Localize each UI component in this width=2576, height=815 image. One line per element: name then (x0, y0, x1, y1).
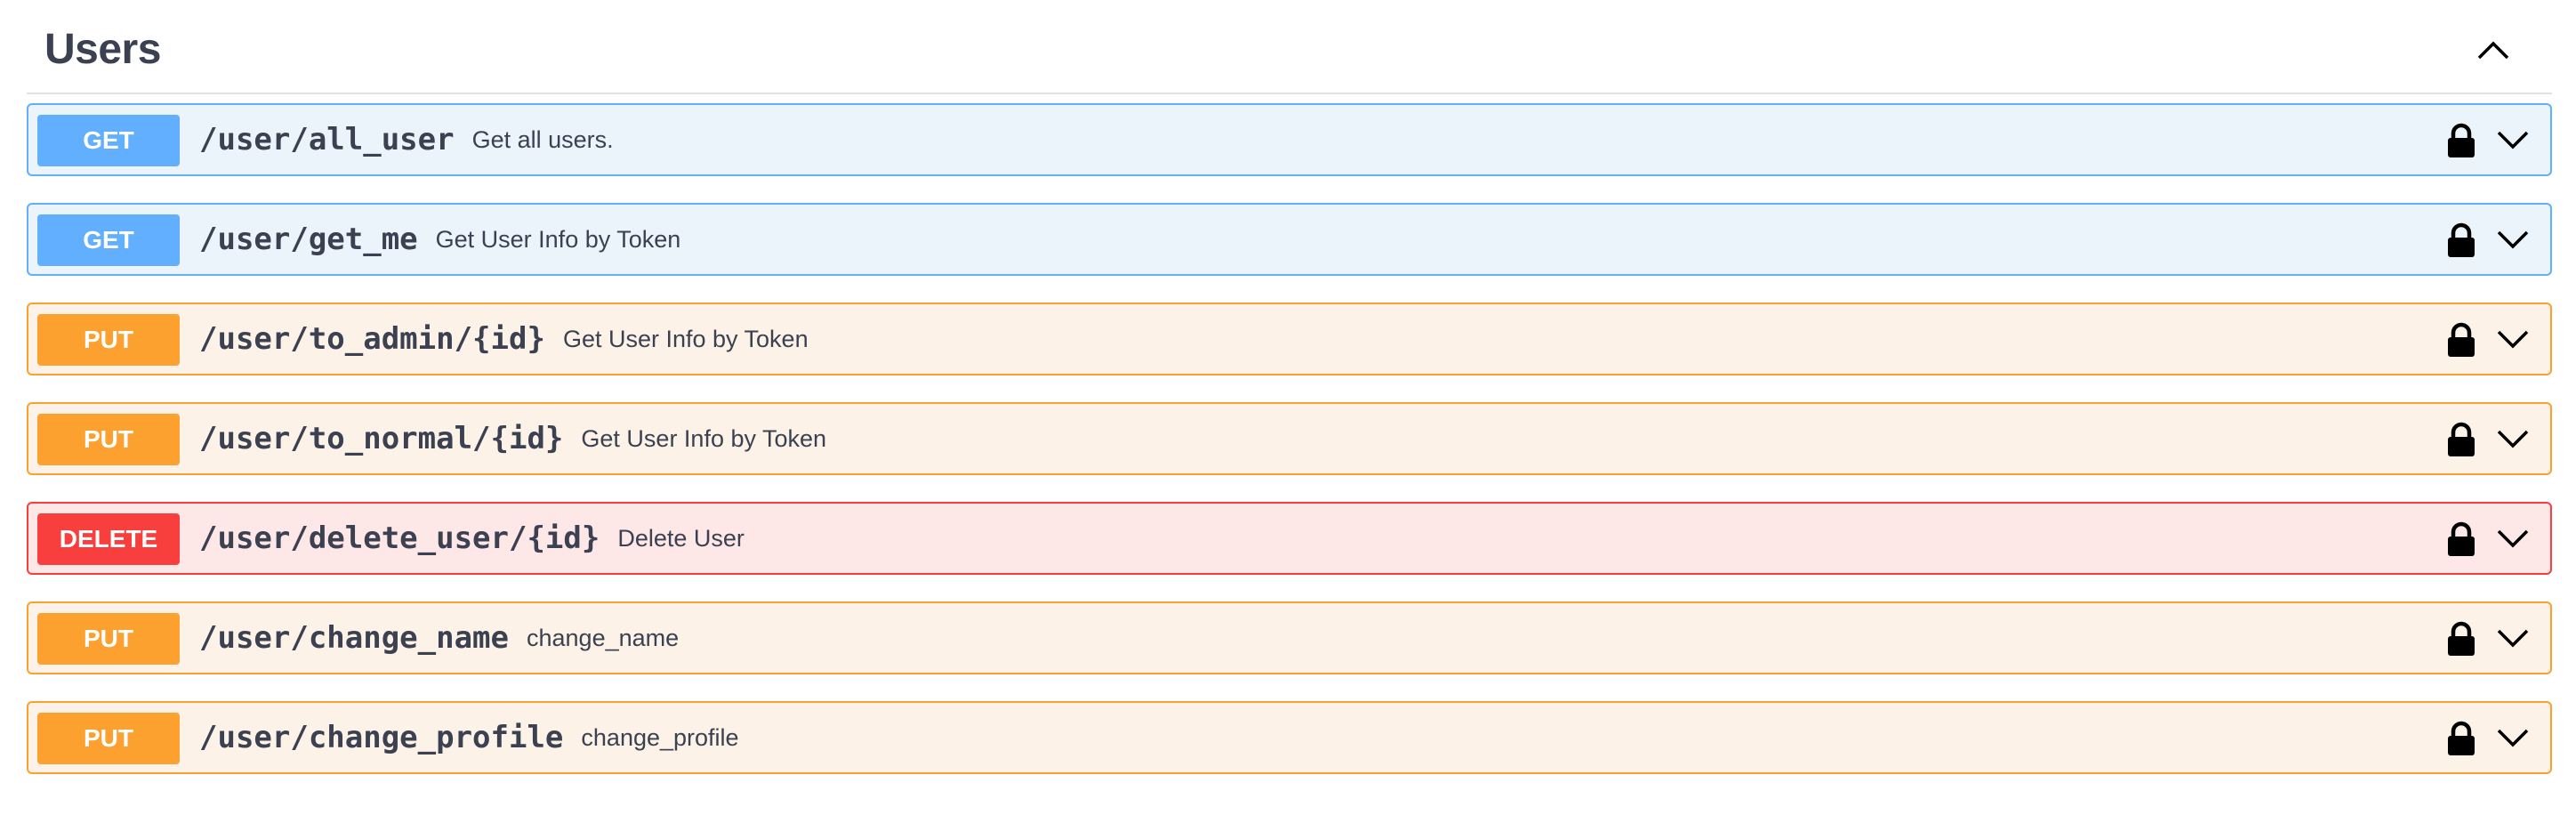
section-title: Users (44, 26, 161, 73)
section-collapse-button[interactable] (2470, 27, 2516, 73)
operation-path[interactable]: /user/all_user (199, 122, 455, 157)
chevron-down-icon[interactable] (2495, 722, 2531, 753)
operation-summary: Get User Info by Token (562, 325, 809, 352)
section-header[interactable]: Users (27, 0, 2552, 94)
lock-icon[interactable] (2445, 222, 2477, 258)
operation-path[interactable]: /user/to_normal/{id} (199, 421, 563, 456)
operation-summary: Delete User (617, 524, 745, 552)
operation-summary: Get all users. (471, 125, 614, 153)
operation-put-change-name[interactable]: PUT /user/change_name change_name (27, 601, 2552, 674)
operation-put-change-profile[interactable]: PUT /user/change_profile change_profile (27, 701, 2552, 774)
lock-icon[interactable] (2445, 422, 2477, 457)
users-section: Users GET /user/all_user Get all users. … (27, 0, 2552, 774)
lock-icon[interactable] (2445, 123, 2477, 158)
method-badge: DELETE (37, 513, 180, 565)
operation-put-to-normal[interactable]: PUT /user/to_normal/{id} Get User Info b… (27, 402, 2552, 475)
operation-summary: change_profile (581, 723, 739, 751)
operation-path[interactable]: /user/delete_user/{id} (199, 520, 600, 556)
method-badge: PUT (37, 414, 180, 465)
operation-delete-user[interactable]: DELETE /user/delete_user/{id} Delete Use… (27, 502, 2552, 575)
chevron-down-icon[interactable] (2495, 424, 2531, 454)
lock-icon[interactable] (2445, 621, 2477, 657)
operation-summary: Get User Info by Token (435, 225, 681, 253)
chevron-down-icon[interactable] (2495, 125, 2531, 155)
method-badge: GET (37, 214, 180, 266)
method-badge: PUT (37, 613, 180, 665)
operation-path[interactable]: /user/change_name (199, 620, 509, 656)
operation-path[interactable]: /user/to_admin/{id} (199, 321, 545, 357)
method-badge: PUT (37, 713, 180, 764)
operation-summary: change_name (527, 624, 680, 651)
lock-icon[interactable] (2445, 721, 2477, 756)
chevron-down-icon[interactable] (2495, 623, 2531, 653)
method-badge: PUT (37, 314, 180, 366)
lock-icon[interactable] (2445, 521, 2477, 557)
operation-path[interactable]: /user/change_profile (199, 720, 563, 755)
operation-get-me[interactable]: GET /user/get_me Get User Info by Token (27, 203, 2552, 276)
operation-summary: Get User Info by Token (581, 424, 827, 452)
chevron-down-icon[interactable] (2495, 324, 2531, 354)
chevron-down-icon[interactable] (2495, 224, 2531, 254)
method-badge: GET (37, 115, 180, 166)
lock-icon[interactable] (2445, 322, 2477, 358)
operation-get-all-user[interactable]: GET /user/all_user Get all users. (27, 103, 2552, 176)
operation-path[interactable]: /user/get_me (199, 222, 418, 257)
chevron-down-icon[interactable] (2495, 523, 2531, 553)
chevron-up-icon (2477, 41, 2509, 60)
operation-put-to-admin[interactable]: PUT /user/to_admin/{id} Get User Info by… (27, 303, 2552, 375)
